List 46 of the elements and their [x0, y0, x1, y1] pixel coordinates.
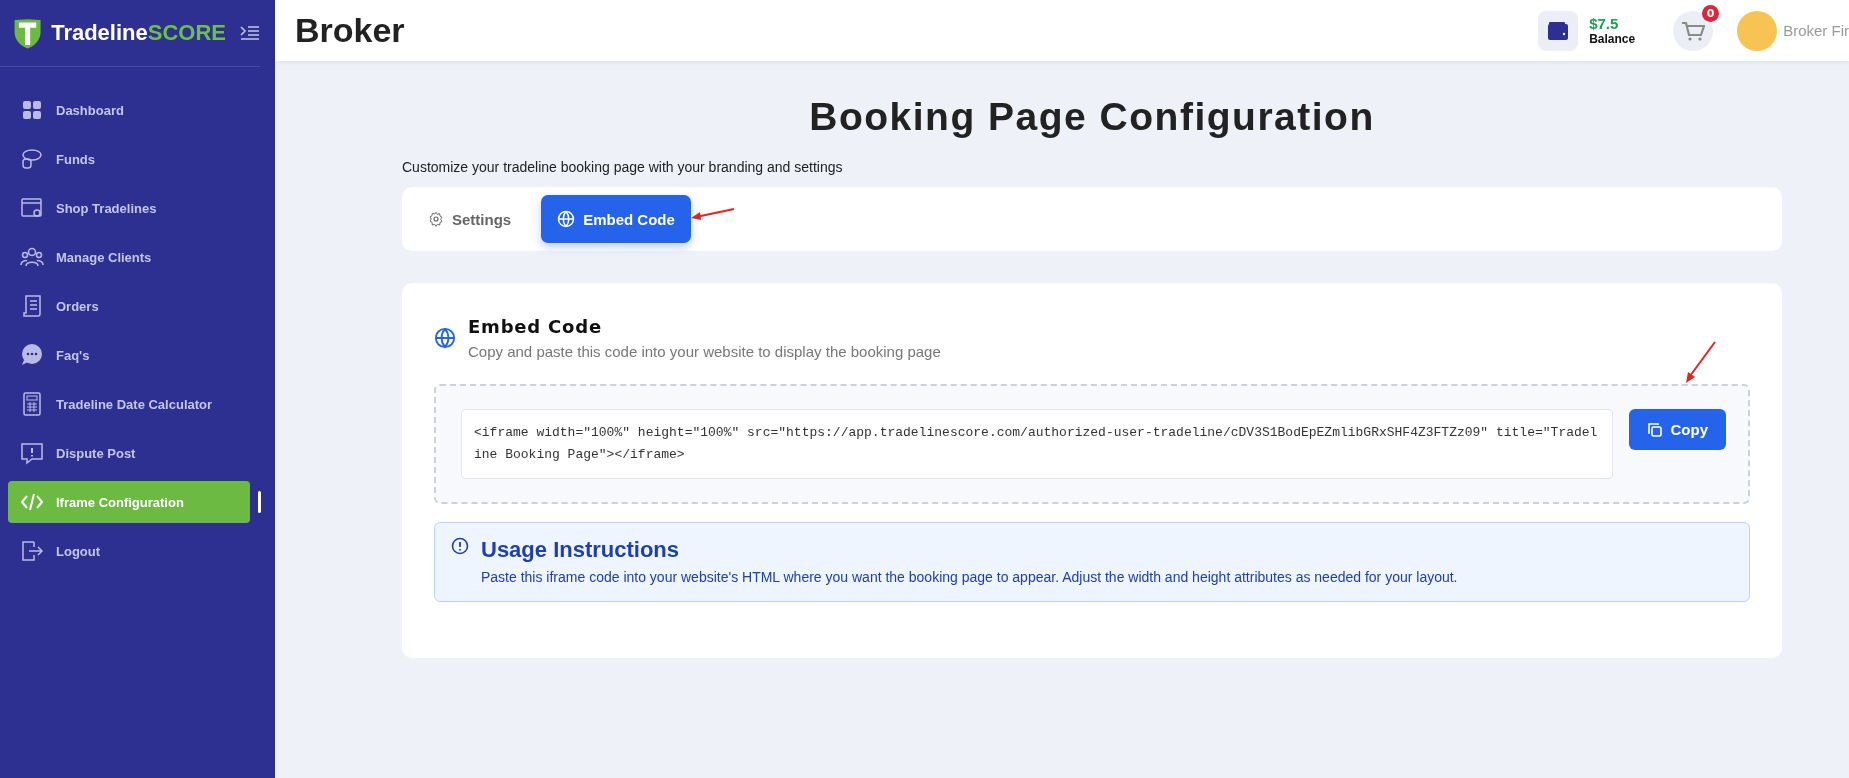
calculator-icon [20, 392, 44, 416]
cart-icon [1681, 20, 1706, 41]
page-title: Booking Page Configuration [808, 95, 1376, 139]
logout-icon [20, 539, 44, 563]
active-indicator [258, 491, 261, 513]
page-header-title: Broker [295, 11, 406, 50]
avatar-placeholder [1737, 10, 1778, 51]
sidebar-item[interactable]: Shop Tradelines [8, 187, 250, 229]
info-icon [451, 537, 469, 555]
globe-icon [434, 327, 456, 349]
wallet-icon [1547, 20, 1570, 41]
embed-code-field[interactable]: <iframe width="100%" height="100%" src="https://app.tradelinescore.com/authorized-user-tradeline/cDV3S1BodEpEZmlibGRxSHF4Z3FTZz09" title="Tradeline Booking Page"></iframe> [461, 409, 1613, 479]
cart-count-badge: 0 [1702, 4, 1720, 22]
balance-label: Balance [1589, 32, 1636, 46]
sidebar-item[interactable]: Manage Clients [8, 236, 250, 278]
instructions-title: Usage Instructions [481, 537, 681, 563]
users-icon [20, 245, 44, 269]
balance-amount: $7.5 [1589, 15, 1620, 32]
sidebar-item[interactable]: Tradeline Date Calculator [8, 383, 250, 425]
sidebar-item[interactable]: Dashboard [8, 89, 250, 131]
copy-icon [1646, 421, 1663, 438]
coins-icon [20, 147, 44, 171]
sidebar-item[interactable]: Faq's [8, 334, 250, 376]
browser-gear-icon [20, 196, 44, 220]
section-description: Copy and paste this code into your website to display the booking page [468, 343, 941, 360]
tab[interactable]: Embed Code [541, 195, 691, 243]
sidebar-item[interactable]: Orders [8, 285, 250, 327]
arrow-annotation [690, 207, 736, 223]
sidebar-item[interactable]: Dispute Post [8, 432, 250, 474]
tab[interactable]: Settings [418, 195, 522, 243]
receipt-icon [20, 294, 44, 318]
copy-button[interactable]: Copy [1628, 409, 1726, 450]
menu-toggle-button[interactable] [240, 25, 260, 41]
cart-button[interactable] [1673, 10, 1714, 51]
page-subtitle: Customize your tradeline booking page with your branding and settings [402, 159, 844, 175]
sidebar-item[interactable]: Funds [8, 138, 250, 180]
grid-icon [20, 98, 44, 122]
section-title: Embed Code [468, 316, 603, 337]
brand-logo-text: TradelineSCORE [51, 20, 226, 46]
gear-icon [428, 211, 444, 227]
globe-icon [557, 210, 576, 228]
chat-bubble-icon [20, 343, 44, 367]
sidebar-item[interactable]: Logout [8, 530, 250, 572]
instructions-text: Paste this iframe code into your website's HTML where you want the booking page to appear. Adjust the width and height attributes as needed for your layout. [481, 569, 1458, 585]
alert-bubble-icon [20, 441, 44, 465]
user-name: Broker Fir [1783, 22, 1849, 39]
